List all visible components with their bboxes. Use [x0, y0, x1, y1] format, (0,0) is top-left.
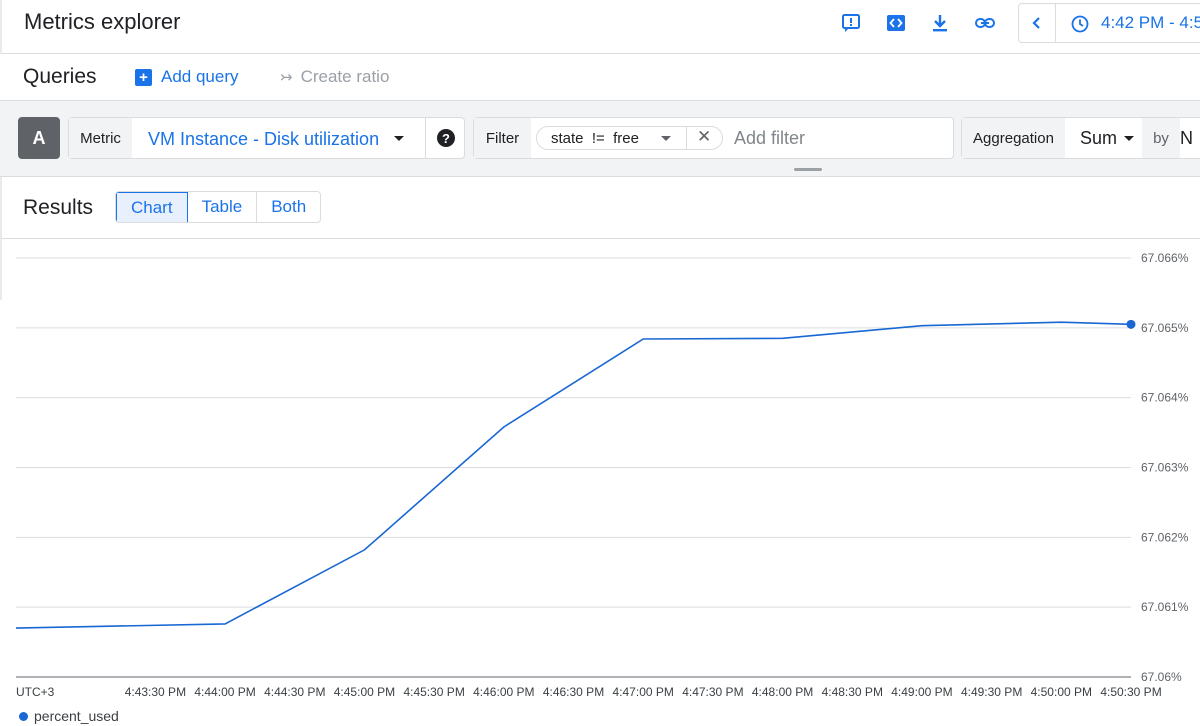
add-query-label: Add query — [161, 67, 239, 86]
by-label: by — [1142, 118, 1180, 158]
y-tick-label: 67.06% — [1141, 670, 1182, 684]
y-tick-label: 67.061% — [1141, 600, 1189, 614]
series-line-percent_used — [15, 321, 1132, 629]
queries-bar: Queries + Add query ↣ Create ratio — [0, 54, 1200, 101]
y-tick-label: 67.062% — [1141, 530, 1189, 544]
resize-handle[interactable] — [794, 168, 822, 171]
x-tick-label: 4:43:30 PM — [125, 685, 186, 699]
download-icon[interactable] — [929, 12, 951, 34]
aggregation-value[interactable]: Sum — [1080, 128, 1117, 149]
create-ratio-button[interactable]: ↣ Create ratio — [280, 67, 389, 87]
queries-title: Queries — [23, 65, 97, 88]
x-tick-label: 4:44:00 PM — [194, 685, 255, 699]
query-row: A Metric VM Instance - Disk utilization … — [0, 101, 1200, 177]
x-tick-label: 4:50:00 PM — [1031, 685, 1092, 699]
x-tick-label: 4:46:00 PM — [473, 685, 534, 699]
x-tick-label: 4:49:30 PM — [961, 685, 1022, 699]
top-header: Metrics explorer 4:42 PM - 4:5 — [0, 0, 1200, 54]
x-tick-label: 4:46:30 PM — [543, 685, 604, 699]
results-bar: Results Chart Table Both — [2, 177, 1200, 239]
close-icon[interactable]: ✕ — [697, 127, 711, 147]
code-icon[interactable] — [885, 12, 907, 34]
create-ratio-label: Create ratio — [300, 67, 390, 86]
y-tick-label: 67.066% — [1141, 251, 1189, 265]
metric-value[interactable]: VM Instance - Disk utilization — [148, 129, 379, 150]
view-table-button[interactable]: Table — [187, 192, 258, 222]
chip-divider — [686, 126, 687, 150]
x-tick-label: 4:48:00 PM — [752, 685, 813, 699]
series-last-point — [1126, 319, 1136, 329]
page-title: Metrics explorer — [24, 9, 181, 34]
ratio-arrow-icon: ↣ — [280, 69, 293, 86]
view-toggle: Chart Table Both — [115, 191, 322, 223]
results-title: Results — [23, 196, 94, 219]
query-letter-badge[interactable]: A — [18, 117, 60, 159]
x-tick-label: 4:47:30 PM — [682, 685, 743, 699]
legend-series-dot — [19, 711, 28, 721]
view-both-button[interactable]: Both — [257, 192, 321, 222]
filter-chip[interactable]: state != free ✕ — [536, 126, 723, 150]
timezone-label: UTC+3 — [16, 685, 55, 699]
plus-icon: + — [135, 68, 152, 86]
metric-selector[interactable]: Metric VM Instance - Disk utilization ? — [68, 117, 465, 159]
feedback-icon[interactable] — [840, 12, 862, 34]
help-button[interactable]: ? — [425, 118, 466, 158]
time-range-selector[interactable]: 4:42 PM - 4:5 — [1018, 3, 1200, 43]
y-tick-label: 67.063% — [1141, 461, 1189, 475]
metric-chart: 67.06% 67.061% 67.062% 67.063% 67.064% 67.065… — [15, 251, 1189, 699]
caret-down-icon[interactable] — [394, 136, 404, 141]
chip-caret-icon[interactable] — [661, 136, 671, 141]
filter-box[interactable]: Filter state != free ✕ Add filter — [473, 117, 954, 159]
chart-legend: percent_used — [19, 708, 119, 724]
legend-series-name: percent_used — [34, 708, 119, 724]
x-tick-label: 4:45:30 PM — [403, 685, 464, 699]
x-tick-label: 4:45:00 PM — [334, 685, 395, 699]
filter-chip-text: state != free — [551, 130, 639, 147]
time-range-label[interactable]: 4:42 PM - 4:5 — [1101, 13, 1200, 33]
link-icon[interactable] — [974, 12, 996, 34]
add-query-button[interactable]: + Add query — [135, 67, 239, 87]
filter-label: Filter — [474, 118, 531, 158]
view-chart-button[interactable]: Chart — [116, 192, 188, 222]
add-filter-input[interactable]: Add filter — [734, 128, 805, 149]
help-icon: ? — [437, 129, 455, 147]
y-tick-label: 67.064% — [1141, 391, 1189, 405]
x-tick-label: 4:49:00 PM — [891, 685, 952, 699]
x-tick-label: 4:48:30 PM — [822, 685, 883, 699]
x-tick-label: 4:47:00 PM — [613, 685, 674, 699]
clock-icon — [1071, 15, 1089, 33]
caret-down-icon[interactable] — [1124, 136, 1134, 141]
chevron-left-icon[interactable] — [1019, 4, 1056, 42]
x-tick-label: 4:50:30 PM — [1100, 685, 1161, 699]
metric-label: Metric — [69, 118, 132, 158]
x-tick-label: 4:44:30 PM — [264, 685, 325, 699]
y-tick-label: 67.065% — [1141, 321, 1189, 335]
aggregation-box[interactable]: Aggregation Sum by N — [961, 117, 1200, 159]
group-by-value[interactable]: N — [1180, 128, 1193, 149]
aggregation-label: Aggregation — [962, 118, 1065, 158]
